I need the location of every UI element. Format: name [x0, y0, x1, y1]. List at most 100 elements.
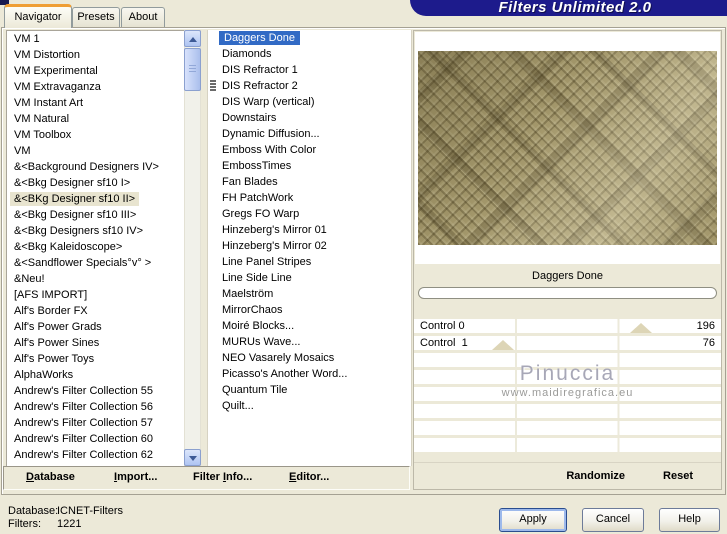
category-item-label: &<BKg Designer sf10 II> [10, 192, 140, 206]
filter-item[interactable]: Diamonds [208, 46, 411, 62]
category-item[interactable]: Alf's Power Toys [7, 351, 185, 367]
tab-navigator[interactable]: Navigator [4, 4, 72, 28]
filter-item[interactable]: DIS Refractor 1 [208, 62, 411, 78]
category-item[interactable]: &<Bkg Kaleidoscope> [7, 239, 185, 255]
filter-item[interactable]: Hinzeberg's Mirror 02 [208, 238, 411, 254]
scrollbar-thumb[interactable] [184, 48, 201, 91]
category-item[interactable]: Andrew's Filter Collection 55 [7, 383, 185, 399]
category-item-label: Andrew's Filter Collection 55 [14, 385, 154, 397]
filter-item[interactable]: DIS Refractor 2 [208, 78, 411, 94]
category-item[interactable]: &<Sandflower Specials°v° > [7, 255, 185, 271]
category-item[interactable]: &<Bkg Designer sf10 I> [7, 175, 185, 191]
filter-item[interactable]: Line Panel Stripes [208, 254, 411, 270]
filter-item[interactable]: NEO Vasarely Mosaics [208, 350, 411, 366]
toolbar-database[interactable]: Database [26, 471, 75, 483]
toolbar-import[interactable]: Import... [114, 471, 157, 483]
help-button[interactable]: Help [659, 508, 720, 532]
filter-item[interactable]: EmbossTimes [208, 158, 411, 174]
category-item[interactable]: Andrew's Filter Collection 60 [7, 431, 185, 447]
filter-item[interactable]: Dynamic Diffusion... [208, 126, 411, 142]
category-item[interactable]: VM Experimental [7, 63, 185, 79]
filter-item[interactable]: Moiré Blocks... [208, 318, 411, 334]
filter-item[interactable]: Line Side Line [208, 270, 411, 286]
filter-item[interactable]: Quilt... [208, 398, 411, 414]
filter-list[interactable]: Daggers Done Diamonds DIS Refractor 1 DIS R… [207, 30, 412, 466]
category-item[interactable]: &Neu! [7, 271, 185, 287]
apply-button[interactable]: Apply [499, 508, 567, 532]
filter-item-label: Line Panel Stripes [222, 256, 312, 268]
category-item[interactable]: VM 1 [7, 31, 185, 47]
category-item[interactable]: Andrew's Filter Collection 62 [7, 447, 185, 463]
category-item-label: &<Bkg Designer sf10 III> [14, 209, 137, 221]
category-item[interactable]: &<Background Designers IV> [7, 159, 185, 175]
category-item-label: VM [14, 145, 31, 157]
category-item[interactable]: &<BKg Designer sf10 II> [7, 191, 185, 207]
filter-item[interactable]: DIS Warp (vertical) [208, 94, 411, 110]
filter-item[interactable]: FH PatchWork [208, 190, 411, 206]
filter-item[interactable]: Emboss With Color [208, 142, 411, 158]
control-row[interactable]: Control 0 196 [414, 319, 721, 333]
control-value: 76 [702, 337, 715, 349]
filter-item[interactable]: Quantum Tile [208, 382, 411, 398]
toolbar-editor[interactable]: Editor... [289, 471, 329, 483]
category-item-label: &<Bkg Kaleidoscope> [14, 241, 123, 253]
category-item[interactable]: VM Natural [7, 111, 185, 127]
filter-item[interactable]: MirrorChaos [208, 302, 411, 318]
filter-item[interactable]: MURUs Wave... [208, 334, 411, 350]
scroll-down-button[interactable] [184, 449, 201, 466]
app-title: Filters Unlimited 2.0 [498, 0, 652, 16]
category-item[interactable]: VM Extravaganza [7, 79, 185, 95]
slider-thumb[interactable] [492, 340, 515, 350]
category-item[interactable]: Alf's Power Grads [7, 319, 185, 335]
tab-presets[interactable]: Presets [72, 7, 120, 27]
filter-item[interactable]: Daggers Done [208, 30, 411, 46]
filter-item[interactable]: Fan Blades [208, 174, 411, 190]
category-item[interactable]: &<Bkg Designers sf10 IV> [7, 223, 185, 239]
filter-item[interactable]: Hinzeberg's Mirror 01 [208, 222, 411, 238]
category-item[interactable]: VM Distortion [7, 47, 185, 63]
filter-item[interactable]: Picasso's Another Word... [208, 366, 411, 382]
reset-button[interactable]: Reset [663, 470, 693, 482]
scroll-up-button[interactable] [184, 30, 201, 47]
filter-item-label: DIS Refractor 2 [222, 80, 298, 92]
category-item-label: &Neu! [14, 273, 45, 285]
filter-item-label: Picasso's Another Word... [222, 368, 348, 380]
cancel-button[interactable]: Cancel [582, 508, 644, 532]
category-item-label: [AFS IMPORT] [14, 289, 88, 301]
randomize-button[interactable]: Randomize [566, 470, 625, 482]
filter-item[interactable]: Downstairs [208, 110, 411, 126]
preview-image[interactable] [418, 51, 717, 245]
category-item[interactable]: VM Toolbox [7, 127, 185, 143]
filter-item-label: EmbossTimes [222, 160, 292, 172]
category-scrollbar-track[interactable] [184, 30, 201, 466]
category-item-label: Andrew's Filter Collection 62 [14, 449, 154, 461]
filter-item-label: Quilt... [222, 400, 254, 412]
category-item[interactable]: Andrew's Filter Collection 57 [7, 415, 185, 431]
filter-item-label: Daggers Done [219, 31, 300, 45]
control-row[interactable]: Control 1 76 [414, 336, 721, 350]
category-item[interactable]: &<Bkg Designer sf10 III> [7, 207, 185, 223]
category-item[interactable]: Alf's Border FX [7, 303, 185, 319]
category-item-label: VM Natural [14, 113, 70, 125]
category-item-label: Alf's Border FX [14, 305, 88, 317]
category-item-label: Andrew's Filter Collection 57 [14, 417, 154, 429]
tab-about[interactable]: About [121, 7, 165, 27]
control-row-empty [414, 387, 721, 401]
category-item[interactable]: Andrew's Filter Collection 56 [7, 399, 185, 415]
filter-item[interactable]: Gregs FO Warp [208, 206, 411, 222]
category-item[interactable]: AlphaWorks [7, 367, 185, 383]
category-list[interactable]: VM 1 VM Distortion VM Experimental VM Extra… [6, 30, 186, 468]
category-item[interactable]: VM Instant Art [7, 95, 185, 111]
control-row-empty [414, 421, 721, 435]
control-rows: Control 0 196 Control 1 76 [414, 319, 721, 455]
toolbar-filter-info[interactable]: Filter Info... [193, 471, 252, 483]
category-item[interactable]: VM [7, 143, 185, 159]
scrollbar-grip-icon [189, 65, 196, 74]
control-row-empty [414, 370, 721, 384]
slider-thumb[interactable] [630, 323, 653, 333]
category-item[interactable]: [AFS IMPORT] [7, 287, 185, 303]
filter-item[interactable]: Maelström [208, 286, 411, 302]
filter-item-label: Hinzeberg's Mirror 02 [222, 240, 327, 252]
filter-item-label: NEO Vasarely Mosaics [222, 352, 335, 364]
category-item[interactable]: Alf's Power Sines [7, 335, 185, 351]
